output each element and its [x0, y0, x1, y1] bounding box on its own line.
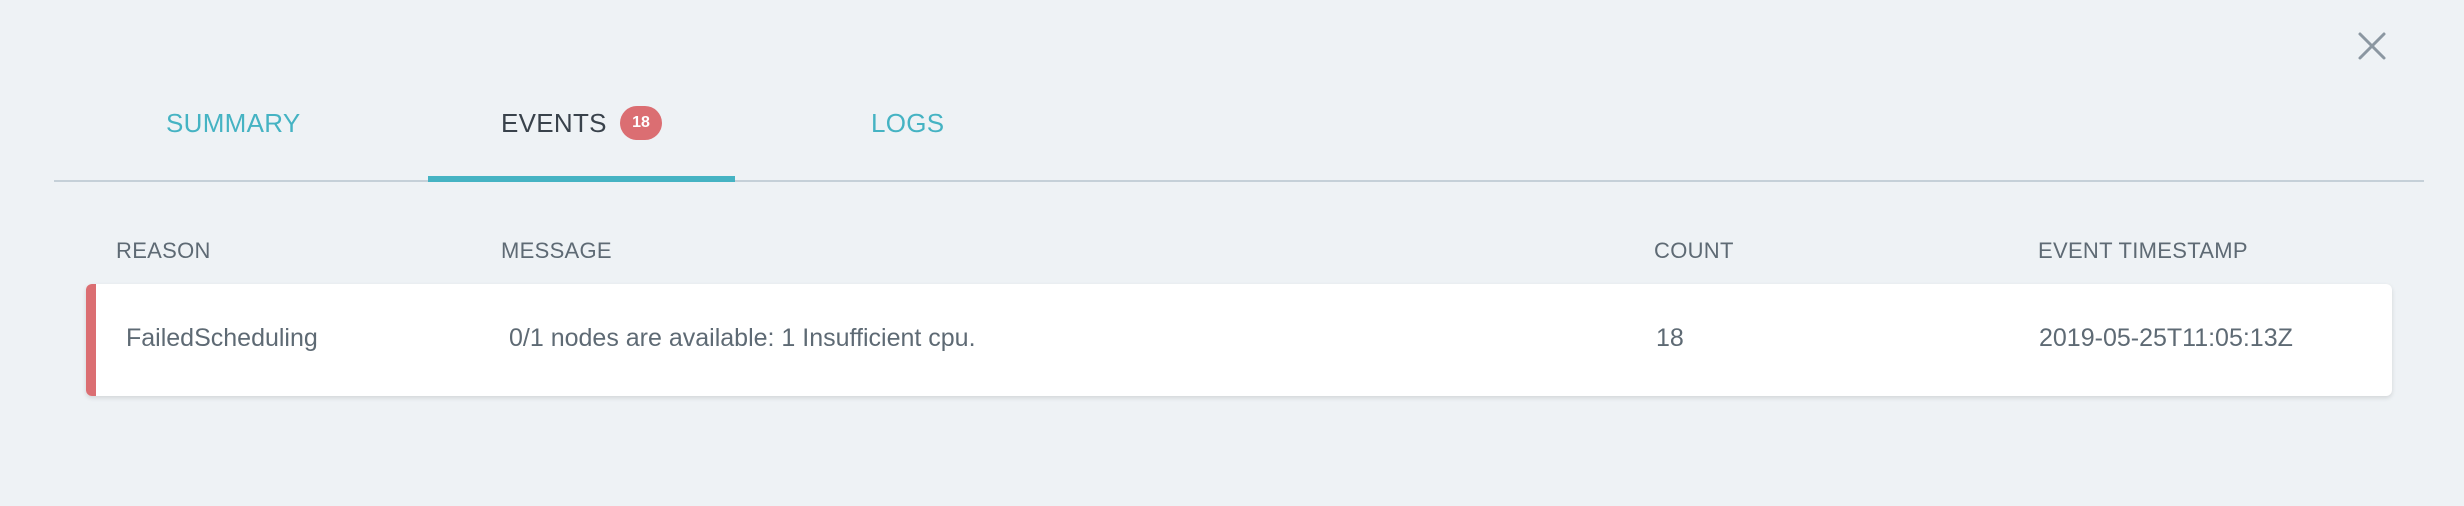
event-count: 18 — [1656, 324, 1684, 352]
column-header-count: COUNT — [1654, 238, 1734, 263]
table-row[interactable]: FailedScheduling 0/1 nodes are available… — [86, 284, 2392, 396]
events-count-badge: 18 — [620, 106, 662, 140]
error-severity-indicator — [86, 284, 96, 396]
event-reason: FailedScheduling — [126, 324, 318, 352]
column-header-message: MESSAGE — [501, 238, 612, 263]
column-header-event-timestamp: EVENT TIMESTAMP — [2038, 238, 2248, 263]
tab-logs[interactable]: LOGS — [871, 108, 944, 139]
tab-bar: SUMMARY EVENTS 18 LOGS — [54, 0, 2424, 182]
active-tab-indicator — [428, 176, 735, 182]
tab-summary[interactable]: SUMMARY — [166, 108, 301, 139]
event-timestamp: 2019-05-25T11:05:13Z — [2039, 324, 2293, 352]
tab-events[interactable]: EVENTS — [501, 108, 607, 139]
event-message: 0/1 nodes are available: 1 Insufficient … — [509, 324, 976, 352]
column-header-reason: REASON — [116, 238, 211, 263]
